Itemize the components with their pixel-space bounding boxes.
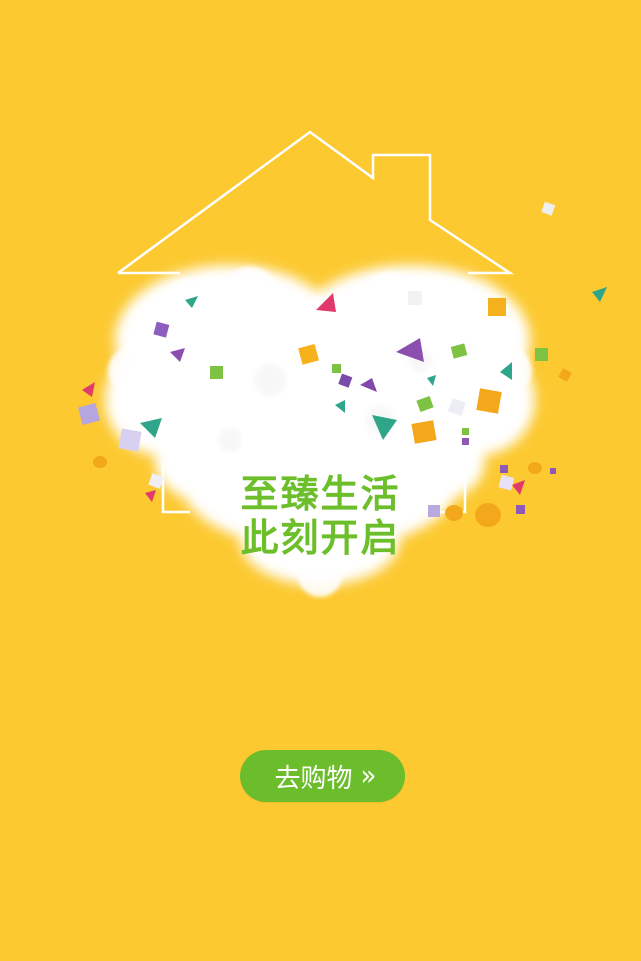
go-shopping-button[interactable]: 去购物 » <box>240 750 405 802</box>
hero-title-line1: 至臻生活 <box>240 472 401 516</box>
double-chevron-right-icon: » <box>360 759 377 793</box>
hero-illustration <box>0 0 641 700</box>
hero-svg <box>77 130 607 597</box>
hero-title-line2: 此刻开启 <box>240 516 401 560</box>
go-shopping-label: 去购物 <box>274 763 353 794</box>
splash-screen: 至臻生活 此刻开启 去购物 » <box>0 0 641 961</box>
